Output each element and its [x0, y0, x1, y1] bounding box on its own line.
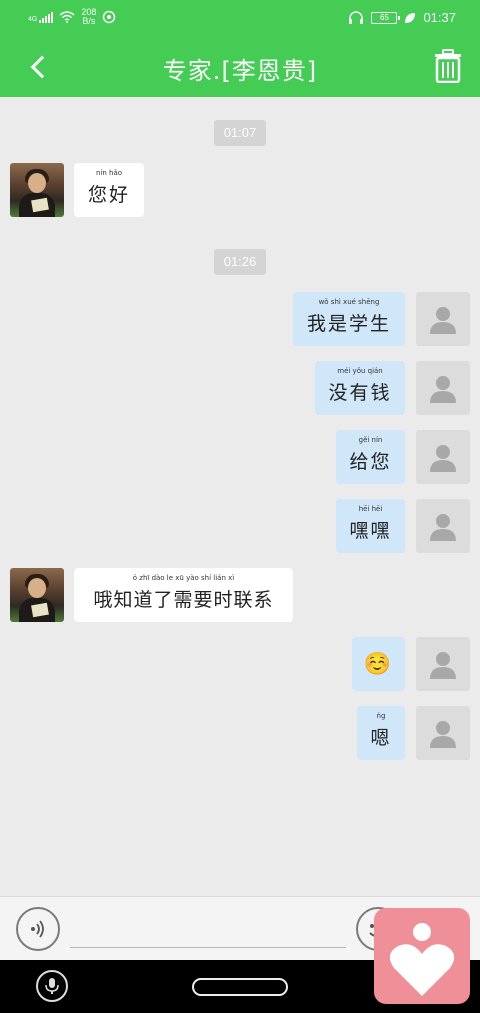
message-text: 我是学生 — [306, 312, 391, 335]
app-notification-icon — [103, 10, 116, 24]
floating-app-button[interactable] — [374, 908, 470, 1004]
my-avatar[interactable] — [416, 706, 470, 760]
chat-title: 专家.[李恩贵] — [162, 57, 318, 85]
cell-signal: 4G — [28, 11, 54, 23]
timestamp: 01:26 — [214, 249, 266, 275]
speed-unit: B/s — [82, 16, 96, 26]
microphone-icon — [45, 978, 59, 994]
pinyin-annotation: ńg — [376, 712, 386, 720]
outgoing-message[interactable]: ☺️ — [352, 637, 405, 691]
incoming-message[interactable]: nín hǎo 您好 — [74, 163, 144, 217]
heart-person-icon — [389, 923, 455, 996]
back-button[interactable] — [18, 47, 58, 87]
voice-icon — [31, 920, 44, 938]
message-text: 嘿嘿 — [349, 519, 392, 542]
pinyin-annotation: méi yǒu qián — [337, 367, 383, 375]
delete-button[interactable] — [434, 49, 462, 84]
user-icon — [430, 721, 456, 748]
timestamp: 01:07 — [214, 120, 266, 146]
message-text: 您好 — [87, 183, 130, 206]
chat-header: 专家.[李恩贵] — [0, 37, 480, 97]
my-avatar[interactable] — [416, 361, 470, 415]
pinyin-annotation: gěi nín — [358, 436, 383, 444]
my-avatar[interactable] — [416, 499, 470, 553]
message-text: 嗯 — [370, 726, 392, 749]
my-avatar[interactable] — [416, 430, 470, 484]
user-icon — [430, 307, 456, 334]
status-right: 65 01:37 — [348, 10, 456, 25]
wifi-icon — [59, 11, 75, 23]
trash-icon — [435, 49, 461, 84]
battery-indicator: 65 — [371, 11, 401, 24]
pinyin-annotation: nín hǎo — [95, 169, 123, 177]
my-avatar[interactable] — [416, 637, 470, 691]
user-icon — [430, 376, 456, 403]
clock: 01:37 — [423, 10, 456, 25]
message-text: 没有钱 — [328, 381, 392, 404]
message-text: 哦知道了需要时联系 — [93, 588, 274, 611]
chevron-left-icon — [30, 55, 54, 79]
network-type: 4G — [28, 16, 38, 23]
outgoing-message[interactable]: hēi hēi 嘿嘿 — [336, 499, 405, 553]
smiling-face-emoji: ☺️ — [363, 651, 394, 677]
headphones-icon — [349, 10, 364, 24]
status-left: 4G 208 B/s — [28, 8, 116, 26]
user-icon — [430, 445, 456, 472]
user-icon — [430, 514, 456, 541]
home-indicator[interactable] — [192, 978, 288, 996]
outgoing-message[interactable]: wǒ shì xué shēng 我是学生 — [293, 292, 405, 346]
outgoing-message[interactable]: gěi nín 给您 — [336, 430, 405, 484]
signal-bars-icon — [39, 11, 54, 23]
incoming-message[interactable]: ó zhī dào le xū yào shí lián xì 哦知道了需要时联… — [74, 568, 293, 622]
contact-avatar[interactable] — [10, 163, 64, 217]
pinyin-annotation: hēi hēi — [358, 505, 383, 513]
message-text: 给您 — [349, 450, 392, 473]
leaf-icon — [405, 12, 416, 23]
voice-input-button[interactable] — [16, 907, 60, 951]
pinyin-annotation: wǒ shì xué shēng — [318, 298, 380, 306]
status-bar: 4G 208 B/s 65 01:37 — [0, 0, 480, 37]
network-speed: 208 B/s — [81, 8, 96, 26]
contact-avatar[interactable] — [10, 568, 64, 622]
outgoing-message[interactable]: méi yǒu qián 没有钱 — [315, 361, 405, 415]
outgoing-message[interactable]: ńg 嗯 — [357, 706, 405, 760]
my-avatar[interactable] — [416, 292, 470, 346]
user-icon — [430, 652, 456, 679]
pinyin-annotation: ó zhī dào le xū yào shí lián xì — [132, 574, 235, 582]
message-input[interactable] — [70, 947, 346, 948]
microphone-button[interactable] — [36, 970, 68, 1002]
